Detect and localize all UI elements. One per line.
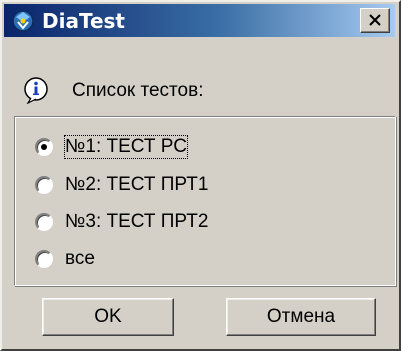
- dialog-window: DiaTest Список тестов: №1: ТЕСТ РС №2: Т…: [0, 0, 401, 351]
- close-button[interactable]: [360, 8, 390, 33]
- cancel-button[interactable]: Отмена: [226, 298, 376, 336]
- tests-radio-group: №1: ТЕСТ РС №2: ТЕСТ ПРТ1 №3: ТЕСТ ПРТ2 …: [14, 116, 396, 286]
- radio-label: №3: ТЕСТ ПРТ2: [65, 211, 209, 232]
- radio-button[interactable]: [35, 176, 53, 194]
- tests-list-label: Список тестов:: [72, 80, 204, 101]
- close-icon: [369, 14, 381, 26]
- title-bar[interactable]: DiaTest: [4, 4, 395, 37]
- app-icon: [10, 8, 36, 34]
- radio-label: №1: ТЕСТ РС: [64, 135, 188, 159]
- radio-button[interactable]: [35, 250, 53, 268]
- window-title: DiaTest: [42, 9, 125, 33]
- radio-label: №2: ТЕСТ ПРТ1: [65, 174, 209, 195]
- radio-button-checked[interactable]: [35, 138, 53, 156]
- ok-button[interactable]: OK: [42, 298, 174, 336]
- radio-button[interactable]: [35, 213, 53, 231]
- info-icon: [22, 76, 50, 105]
- radio-label: все: [65, 248, 95, 269]
